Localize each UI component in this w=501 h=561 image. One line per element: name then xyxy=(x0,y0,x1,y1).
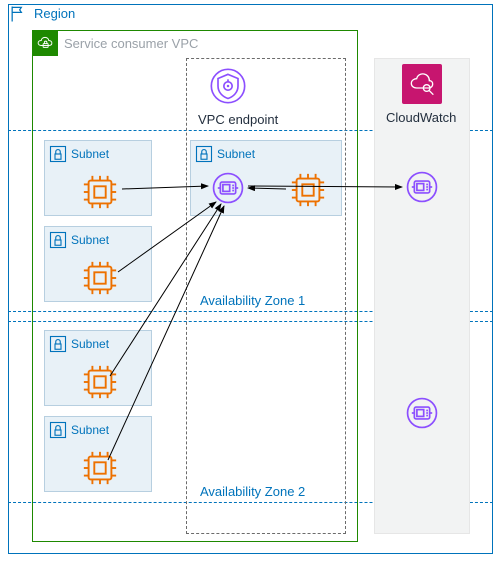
lock-icon xyxy=(49,231,67,249)
network-interface-icon xyxy=(405,170,439,204)
subnet-e: Subnet xyxy=(190,140,342,216)
compute-chip-icon xyxy=(289,171,327,209)
network-interface-icon xyxy=(211,171,245,205)
compute-chip-icon xyxy=(81,363,119,401)
region-flag-icon xyxy=(8,4,28,24)
cloudwatch-service-icon xyxy=(402,64,442,104)
subnet-a: Subnet xyxy=(44,140,152,216)
subnet-a-label: Subnet xyxy=(71,147,109,161)
cloudwatch-label: CloudWatch xyxy=(386,110,456,125)
vpc-endpoint-icon xyxy=(208,66,248,106)
subnet-b: Subnet xyxy=(44,226,152,302)
lock-icon xyxy=(49,421,67,439)
vpc-badge-icon xyxy=(32,30,58,56)
subnet-d-label: Subnet xyxy=(71,423,109,437)
lock-icon xyxy=(49,335,67,353)
cloudwatch-panel xyxy=(374,58,470,534)
region-label: Region xyxy=(34,6,75,21)
vpc-label: Service consumer VPC xyxy=(64,36,198,51)
subnet-c-label: Subnet xyxy=(71,337,109,351)
network-interface-icon xyxy=(405,396,439,430)
subnet-c: Subnet xyxy=(44,330,152,406)
az1-label: Availability Zone 1 xyxy=(200,293,305,308)
subnet-e-label: Subnet xyxy=(217,147,255,161)
diagram-root: Region CloudWatch Service consumer VPC V… xyxy=(0,0,501,561)
vpc-endpoint-label: VPC endpoint xyxy=(198,112,278,127)
subnet-d: Subnet xyxy=(44,416,152,492)
lock-icon xyxy=(195,145,213,163)
compute-chip-icon xyxy=(81,449,119,487)
compute-chip-icon xyxy=(81,173,119,211)
lock-icon xyxy=(49,145,67,163)
subnet-b-label: Subnet xyxy=(71,233,109,247)
az2-label: Availability Zone 2 xyxy=(200,484,305,499)
compute-chip-icon xyxy=(81,259,119,297)
